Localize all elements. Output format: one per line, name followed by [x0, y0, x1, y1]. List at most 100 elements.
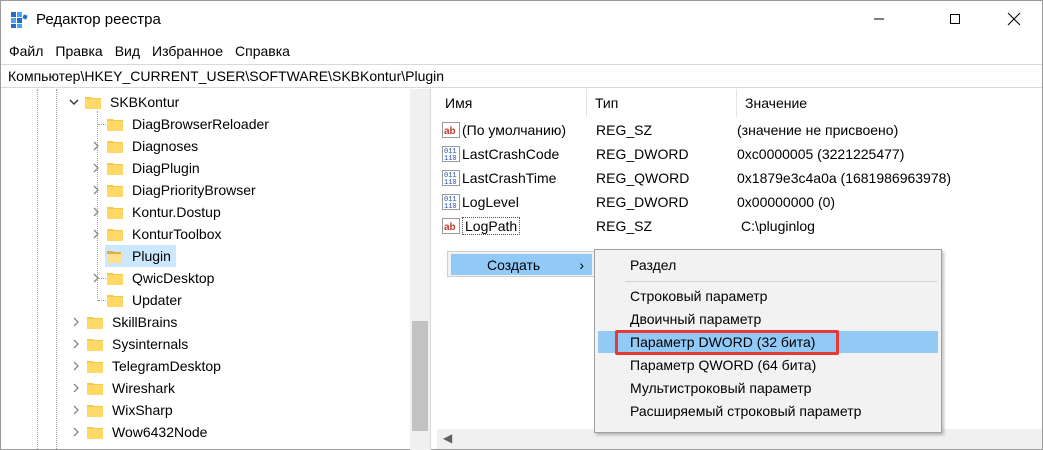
chevron-right-icon[interactable]: [69, 403, 83, 417]
value-name: LogPath: [462, 217, 521, 235]
tree-item-label: SKBKontur: [110, 94, 180, 110]
tree-item-wixsharp[interactable]: WixSharp: [69, 399, 176, 421]
tree-item-label: Sysinternals: [112, 336, 189, 352]
chevron-right-icon[interactable]: [69, 359, 83, 373]
value-name-cell: ab LogPath: [437, 217, 587, 235]
tree-item-kontur-dostup[interactable]: Kontur.Dostup: [89, 201, 224, 223]
svg-text:110: 110: [444, 155, 457, 162]
tree-item-wireshark[interactable]: Wireshark: [69, 377, 178, 399]
chevron-right-icon[interactable]: [89, 139, 103, 153]
menu-help[interactable]: Справка: [229, 40, 296, 62]
value-name: LastCrashTime: [462, 170, 557, 186]
table-row[interactable]: 011 110 LastCrashCode REG_DWORD 0xc000000…: [437, 142, 1042, 166]
folder-icon: [107, 117, 123, 131]
submenu-item-key[interactable]: Раздел: [598, 254, 938, 276]
tree-item-label: KonturToolbox: [132, 226, 222, 242]
chevron-right-icon[interactable]: [89, 183, 103, 197]
folder-icon: [107, 227, 123, 241]
submenu-item-multi-string-value[interactable]: Мультистроковый параметр: [598, 377, 938, 399]
tree-item-label: WixSharp: [112, 402, 173, 418]
submenu-item-string-value[interactable]: Строковый параметр: [598, 285, 938, 307]
tree-item-wow6432node[interactable]: Wow6432Node: [69, 421, 210, 443]
registry-editor-window: Редактор реестра Файл Правка Вид Избранн…: [0, 0, 1043, 450]
binary-value-icon: 011 110: [442, 194, 460, 211]
submenu-item-binary-value[interactable]: Двоичный параметр: [598, 308, 938, 330]
value-type: REG_DWORD: [596, 194, 689, 210]
address-bar[interactable]: Компьютер\HKEY_CURRENT_USER\SOFTWARE\SKB…: [1, 64, 1042, 88]
folder-icon: [87, 381, 103, 395]
svg-text:110: 110: [444, 203, 457, 210]
tree-item-label: Diagnoses: [132, 138, 199, 154]
tree-item-label: DiagPriorityBrowser: [132, 182, 256, 198]
column-header-name[interactable]: Имя: [437, 89, 587, 117]
tree-item-plugin[interactable]: Plugin: [105, 245, 176, 267]
submenu-item-qword-value[interactable]: Параметр QWORD (64 бита): [598, 354, 938, 376]
chevron-right-icon[interactable]: [69, 315, 83, 329]
tree-item-telegramdesktop[interactable]: TelegramDesktop: [69, 355, 224, 377]
chevron-right-icon[interactable]: [89, 271, 103, 285]
table-row[interactable]: ab (По умолчанию) REG_SZ (значение не пр…: [437, 118, 1042, 142]
tree-item-diagbrowserreloader[interactable]: DiagBrowserReloader: [107, 113, 272, 135]
folder-icon: [87, 337, 103, 351]
tree-item-qwicdesktop[interactable]: QwicDesktop: [89, 267, 217, 289]
value-data: 0xc0000005 (3221225477): [737, 146, 905, 162]
list-header: Имя Тип Значение: [437, 89, 1042, 117]
tree-item-skbkontur[interactable]: SKBKontur: [67, 91, 182, 113]
chevron-right-icon[interactable]: [89, 161, 103, 175]
registry-editor-icon: [10, 11, 28, 29]
table-row[interactable]: 011 110 LogLevel REG_DWORD 0x00000000 (0): [437, 190, 1042, 214]
chevron-right-icon[interactable]: [69, 337, 83, 351]
column-header-value[interactable]: Значение: [737, 89, 1037, 117]
table-row[interactable]: 011 110 LastCrashTime REG_QWORD 0x1879e3c…: [437, 166, 1042, 190]
context-menu-create[interactable]: Создать ›: [451, 254, 592, 275]
folder-icon: [87, 315, 103, 329]
submenu-item-expandable-string-value[interactable]: Расширяемый строковый параметр: [598, 400, 938, 422]
chevron-right-icon[interactable]: [89, 227, 103, 241]
close-button[interactable]: [991, 1, 1037, 37]
folder-icon: [85, 95, 101, 109]
menu-favorites[interactable]: Избранное: [146, 40, 229, 62]
value-type: REG_SZ: [596, 218, 653, 234]
tree-item-skillbrains[interactable]: SkillBrains: [69, 311, 180, 333]
title-bar: Редактор реестра: [1, 1, 1042, 39]
column-header-type[interactable]: Тип: [587, 89, 737, 117]
maximize-button[interactable]: [932, 1, 978, 37]
folder-icon: [87, 359, 103, 373]
tree-item-diagnoses[interactable]: Diagnoses: [89, 135, 201, 157]
tree-item-diagprioritybrowser[interactable]: DiagPriorityBrowser: [89, 179, 259, 201]
tree-item-konturtoolbox[interactable]: KonturToolbox: [89, 223, 225, 245]
value-data: 0x1879e3c4a0a (1681986963978): [737, 170, 952, 186]
value-data: C:\pluginlog: [741, 218, 815, 234]
tree-scrollbar[interactable]: [410, 89, 430, 450]
tree-item-sysinternals[interactable]: Sysinternals: [69, 333, 191, 355]
tree-item-label: Kontur.Dostup: [132, 204, 221, 220]
chevron-right-icon[interactable]: [69, 381, 83, 395]
scroll-left-icon[interactable]: ◀: [443, 431, 452, 445]
tree-item-updater[interactable]: Updater: [107, 289, 185, 311]
chevron-right-icon[interactable]: [69, 425, 83, 439]
chevron-down-icon[interactable]: [67, 95, 81, 109]
value-name: LastCrashCode: [462, 146, 560, 162]
tree-item-label: Updater: [132, 292, 182, 308]
menu-edit[interactable]: Правка: [49, 40, 108, 62]
folder-icon: [87, 425, 103, 439]
folder-icon: [107, 139, 123, 153]
chevron-right-icon[interactable]: [89, 205, 103, 219]
menu-view[interactable]: Вид: [109, 40, 146, 62]
value-name: LogLevel: [462, 194, 519, 210]
value-type: REG_DWORD: [596, 146, 689, 162]
tree-scrollbar-thumb[interactable]: [412, 321, 428, 431]
folder-icon: [107, 205, 123, 219]
tree-item-label: DiagBrowserReloader: [132, 116, 269, 132]
window-title: Редактор реестра: [36, 11, 161, 28]
tree-item-label: QwicDesktop: [132, 270, 215, 286]
menu-file[interactable]: Файл: [3, 40, 49, 62]
registry-tree: SKBKontur DiagBrowserReloader Diagnoses …: [1, 89, 431, 450]
minimize-button[interactable]: [856, 1, 902, 37]
table-row[interactable]: ab LogPath REG_SZ C:\pluginlog: [437, 214, 1042, 238]
folder-icon: [107, 293, 123, 307]
svg-text:ab: ab: [444, 222, 456, 233]
value-name-cell: ab (По умолчанию): [437, 122, 587, 138]
tree-item-diagplugin[interactable]: DiagPlugin: [89, 157, 203, 179]
tree-item-label: Plugin: [129, 247, 174, 265]
